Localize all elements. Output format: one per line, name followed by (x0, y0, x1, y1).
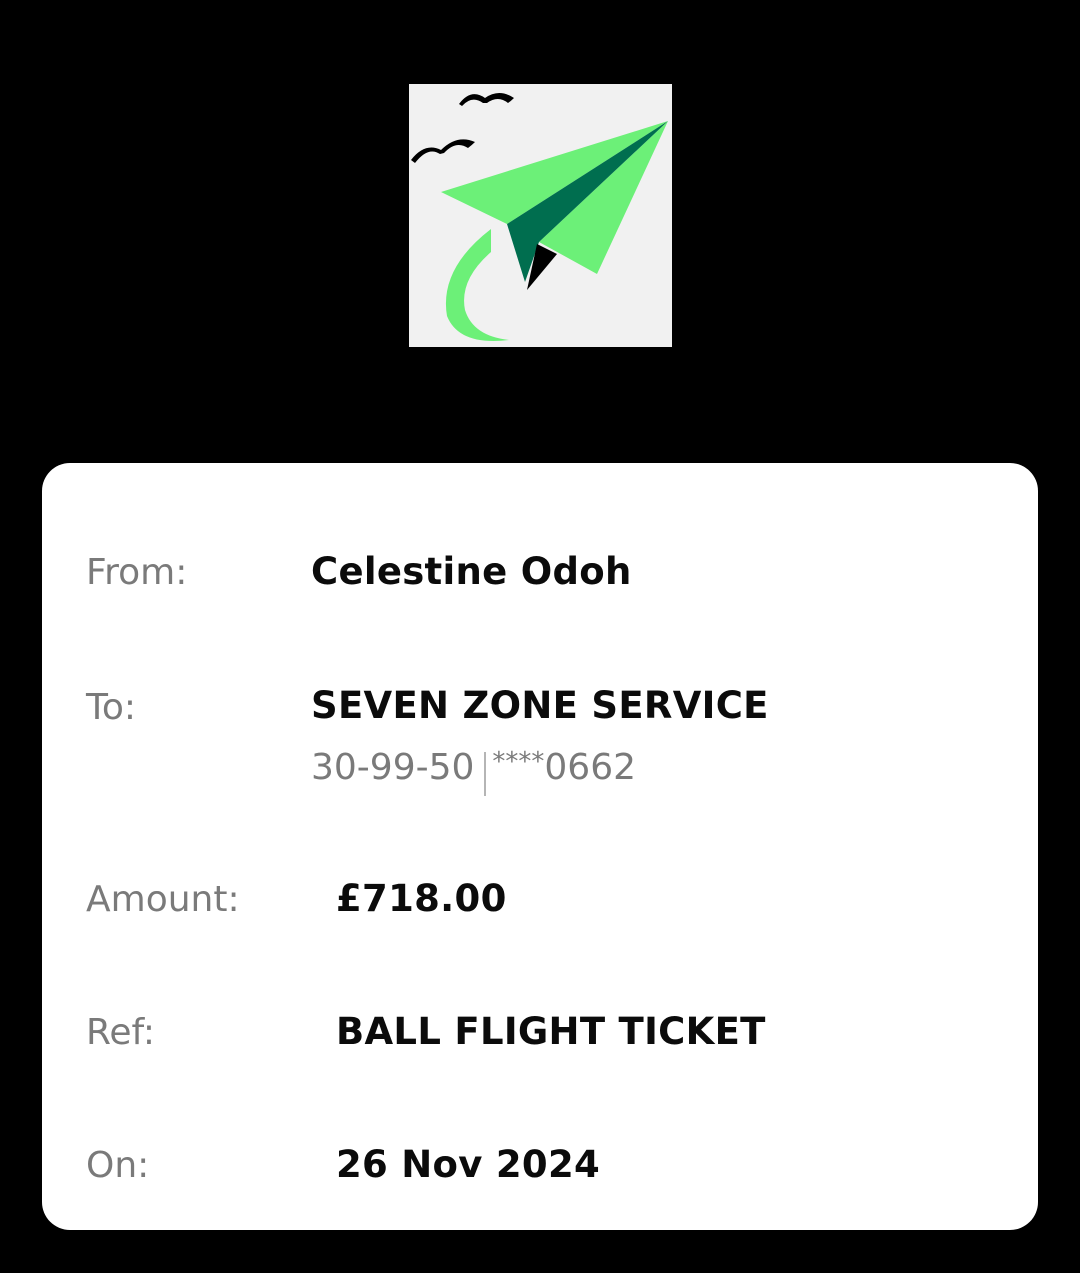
on-value: 26 Nov 2024 (336, 1143, 601, 1186)
amount-value: £718.00 (336, 877, 507, 920)
payment-confirmation-screen: From: Celestine Odoh To: SEVEN ZONE SERV… (0, 0, 1080, 1273)
to-value: SEVEN ZONE SERVICE (311, 684, 769, 727)
sort-code: 30-99-50 (311, 747, 475, 788)
account-last-digits: 0662 (544, 747, 637, 788)
to-label: To: (86, 687, 137, 728)
from-label: From: (86, 552, 188, 593)
on-label: On: (86, 1145, 150, 1186)
ref-label: Ref: (86, 1012, 156, 1053)
account-divider (484, 752, 487, 796)
transfer-details-card: From: Celestine Odoh To: SEVEN ZONE SERV… (42, 463, 1038, 1230)
ref-value: BALL FLIGHT TICKET (336, 1010, 766, 1053)
paper-plane-logo-icon (409, 84, 672, 347)
from-value: Celestine Odoh (311, 550, 632, 593)
masked-account-stars: **** (492, 747, 545, 777)
app-logo (409, 84, 672, 347)
recipient-account-details: 30-99-50 **** 0662 (311, 746, 637, 796)
amount-label: Amount: (86, 879, 240, 920)
